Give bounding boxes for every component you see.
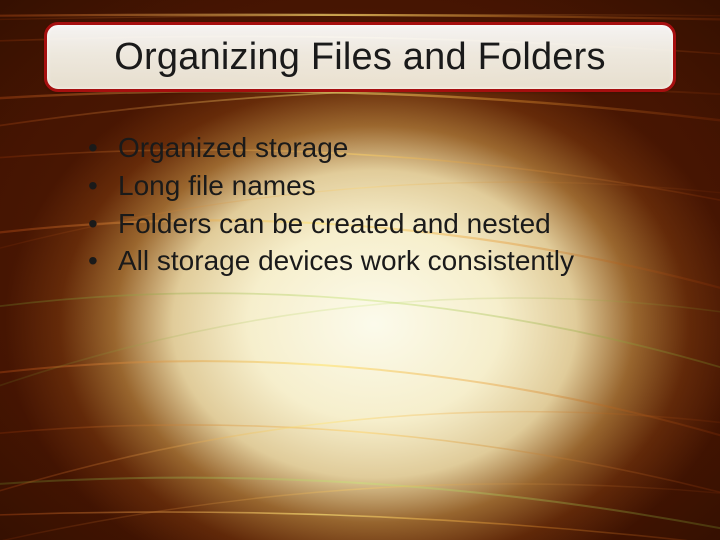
bullet-list: • Organized storage • Long file names • … (88, 130, 648, 281)
list-item: • All storage devices work consistently (88, 243, 648, 279)
bullet-icon: • (88, 168, 118, 204)
bullet-text: All storage devices work consistently (118, 243, 574, 279)
bullet-icon: • (88, 243, 118, 279)
list-item: • Organized storage (88, 130, 648, 166)
list-item: • Long file names (88, 168, 648, 204)
title-container: Organizing Files and Folders (44, 22, 676, 92)
slide-title: Organizing Files and Folders (114, 36, 605, 79)
bullet-icon: • (88, 206, 118, 242)
bullet-icon: • (88, 130, 118, 166)
bullet-text: Organized storage (118, 130, 348, 166)
bullet-text: Folders can be created and nested (118, 206, 551, 242)
list-item: • Folders can be created and nested (88, 206, 648, 242)
bullet-text: Long file names (118, 168, 316, 204)
